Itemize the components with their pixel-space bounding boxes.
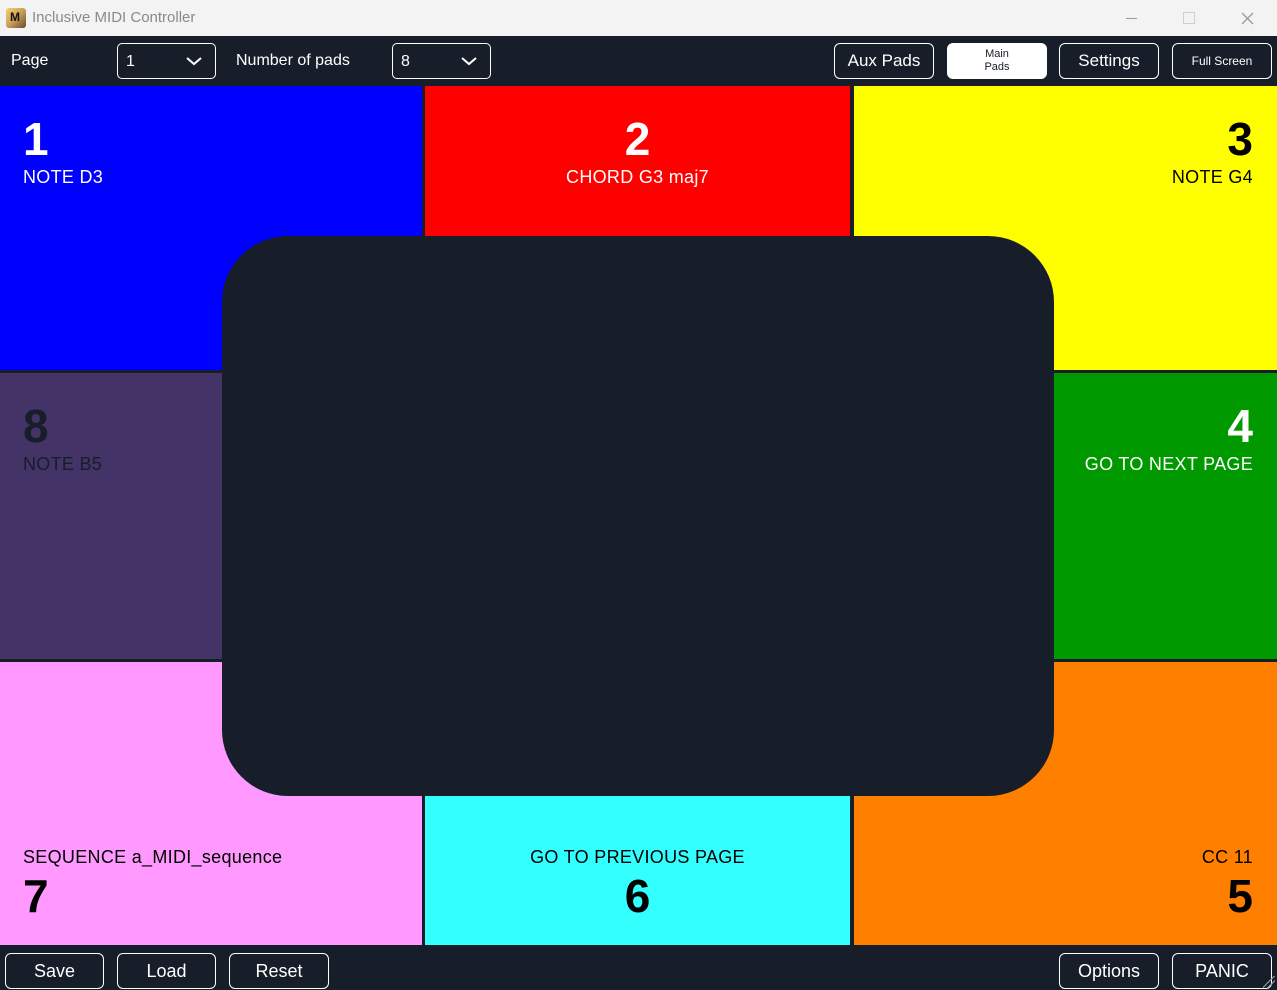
close-button[interactable] (1218, 0, 1276, 36)
full-screen-button[interactable]: Full Screen (1172, 43, 1272, 79)
pad-label: GO TO NEXT PAGE (1084, 454, 1253, 474)
bottom-toolbar: Save Load Reset Options PANIC (0, 945, 1277, 990)
resize-grip-icon[interactable] (1263, 976, 1275, 988)
center-panel (222, 236, 1054, 796)
pad-number: 7 (23, 870, 49, 922)
pad-number: 3 (1227, 113, 1253, 165)
options-button[interactable]: Options (1059, 953, 1159, 989)
minimize-icon (1125, 17, 1137, 19)
pad-label: CC 11 (1201, 847, 1253, 867)
close-icon (1241, 12, 1253, 24)
settings-button[interactable]: Settings (1059, 43, 1159, 79)
pad-label: NOTE B5 (23, 454, 103, 474)
pad-number: 2 (624, 113, 651, 165)
page-select-value: 1 (126, 53, 135, 70)
aux-pads-button[interactable]: Aux Pads (834, 43, 934, 79)
pad-label: NOTE G4 (1171, 167, 1253, 187)
maximize-button[interactable] (1160, 0, 1218, 36)
save-button[interactable]: Save (5, 953, 104, 989)
pad-label: GO TO PREVIOUS PAGE (530, 847, 745, 867)
maximize-icon (1183, 12, 1195, 24)
number-of-pads-value: 8 (401, 53, 410, 70)
page-label: Page (11, 52, 49, 69)
number-of-pads-select[interactable]: 8 (392, 43, 491, 79)
minimize-button[interactable] (1102, 0, 1160, 36)
top-toolbar: Page 1 Number of pads 8 Aux Pads Main Pa… (0, 36, 1277, 86)
pad-label: CHORD G3 maj7 (566, 167, 709, 187)
reset-button[interactable]: Reset (229, 953, 329, 989)
main-pads-button[interactable]: Main Pads (947, 43, 1047, 79)
app-logo-icon: M (6, 8, 26, 28)
pad-number: 1 (23, 113, 49, 165)
chevron-down-icon (461, 57, 477, 66)
pad-number: 8 (23, 400, 49, 452)
title-bar: M Inclusive MIDI Controller (0, 0, 1277, 36)
pad-number: 6 (624, 870, 651, 922)
panic-button[interactable]: PANIC (1172, 953, 1272, 989)
load-button[interactable]: Load (117, 953, 216, 989)
pad-label: NOTE D3 (23, 167, 104, 187)
window-title: Inclusive MIDI Controller (32, 9, 196, 26)
pad-number: 4 (1227, 400, 1253, 452)
app-window: M Inclusive MIDI Controller Page 1 Numbe… (0, 0, 1277, 990)
number-of-pads-label: Number of pads (236, 52, 350, 69)
page-select[interactable]: 1 (117, 43, 216, 79)
pad-number: 5 (1227, 870, 1253, 922)
pad-label: SEQUENCE a_MIDI_sequence (23, 847, 283, 867)
chevron-down-icon (186, 57, 202, 66)
